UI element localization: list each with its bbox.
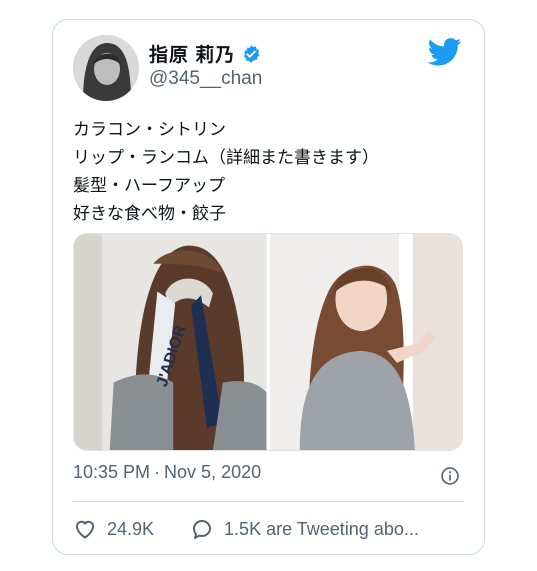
tweet-line: カラコン・シトリン xyxy=(73,120,226,139)
heart-icon[interactable] xyxy=(73,517,97,541)
tweet-line: 好きな食べ物・餃子 xyxy=(73,204,226,223)
tweet-date[interactable]: Nov 5, 2020 xyxy=(164,462,261,482)
action-bar: 24.9K 1.5K are Tweeting abo... xyxy=(73,517,419,541)
photo-peace-sign[interactable] xyxy=(269,234,462,450)
info-icon[interactable] xyxy=(440,466,460,486)
like-action[interactable]: 24.9K xyxy=(73,517,154,541)
verified-badge-icon xyxy=(241,44,261,64)
media-grid[interactable]: J'ADIOR xyxy=(73,233,463,451)
tweet-card[interactable]: 指原 莉乃 @345__chan カラコン・シトリン リップ・ランコム（詳細また… xyxy=(52,19,485,555)
speech-bubble-icon[interactable] xyxy=(190,517,214,541)
tweeting-count: 1.5K are Tweeting abo... xyxy=(224,518,419,539)
tweet-line: 髪型・ハーフアップ xyxy=(73,176,225,195)
tweeting-action[interactable]: 1.5K are Tweeting abo... xyxy=(190,517,419,541)
like-count: 24.9K xyxy=(107,518,155,539)
photo-back-hair-scarf[interactable]: J'ADIOR xyxy=(74,234,267,450)
tweet-time[interactable]: 10:35 PM xyxy=(73,462,150,482)
divider xyxy=(73,501,464,502)
separator: · xyxy=(154,462,161,482)
display-name[interactable]: 指原 莉乃 xyxy=(149,40,235,67)
user-handle[interactable]: @345__chan xyxy=(149,68,262,90)
tweet-text: カラコン・シトリン リップ・ランコム（詳細また書きます） 髪型・ハーフアップ 好… xyxy=(73,116,468,228)
avatar[interactable] xyxy=(73,35,139,101)
tweet-timestamp[interactable]: 10:35 PM · Nov 5, 2020 xyxy=(73,462,261,483)
twitter-bird-icon[interactable] xyxy=(427,38,462,66)
author-name-row[interactable]: 指原 莉乃 xyxy=(149,40,261,67)
tweet-line: リップ・ランコム（詳細また書きます） xyxy=(73,148,379,167)
